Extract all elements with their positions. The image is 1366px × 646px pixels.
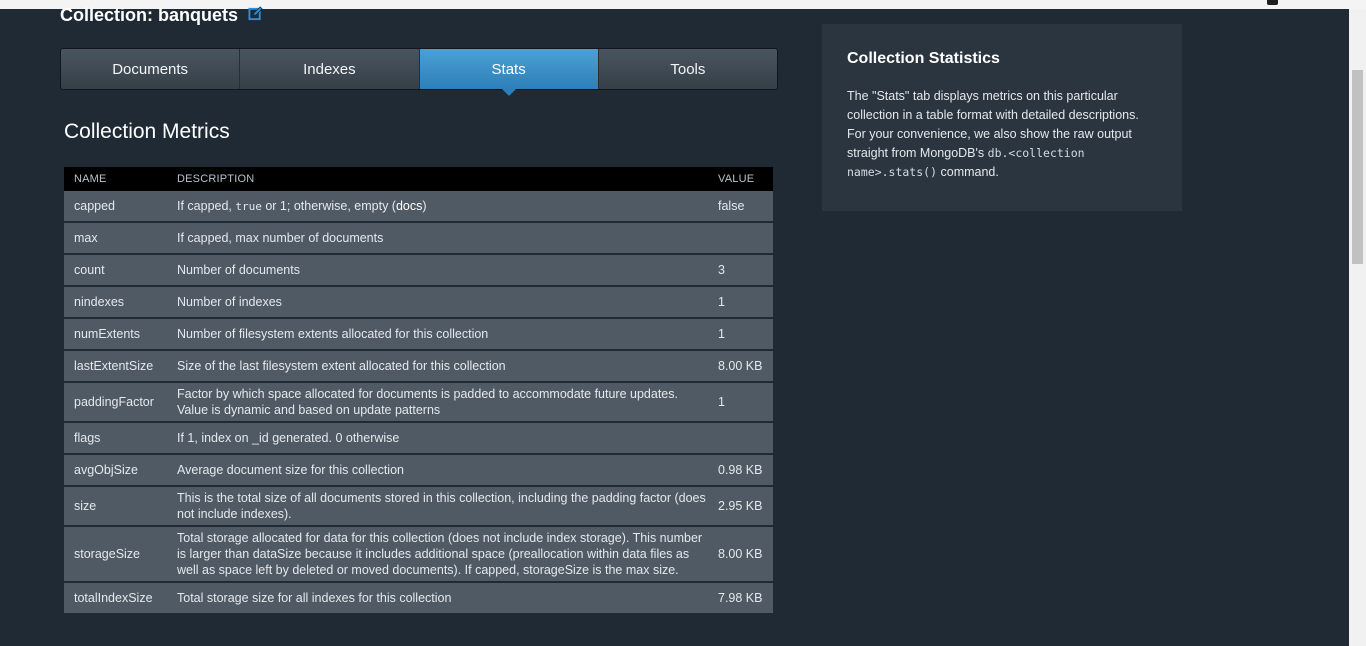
column-header-description: DESCRIPTION (167, 167, 708, 191)
table-row: lastExtentSize Size of the last filesyst… (64, 351, 773, 383)
metric-name: lastExtentSize (64, 351, 167, 383)
metric-name: count (64, 255, 167, 287)
metric-name: max (64, 223, 167, 255)
table-row: totalIndexSize Total storage size for al… (64, 583, 773, 615)
metric-description: Total storage allocated for data for thi… (167, 527, 708, 583)
description-text: or 1; otherwise, empty ( (261, 198, 396, 213)
metric-description: Total storage size for all indexes for t… (167, 583, 708, 615)
metric-description: If 1, index on _id generated. 0 otherwis… (167, 423, 708, 455)
collection-statistics-panel: Collection Statistics The "Stats" tab di… (822, 24, 1182, 211)
panel-description: The "Stats" tab displays metrics on this… (847, 87, 1157, 182)
table-row: numExtents Number of filesystem extents … (64, 319, 773, 351)
inline-code: true (235, 199, 262, 213)
metric-value: false (708, 191, 773, 223)
metric-name: totalIndexSize (64, 583, 167, 615)
metric-description: Factor by which space allocated for docu… (167, 383, 708, 423)
metric-name: paddingFactor (64, 383, 167, 423)
metric-value: 8.00 KB (708, 527, 773, 583)
table-row: count Number of documents 3 (64, 255, 773, 287)
metric-description: Average document size for this collectio… (167, 455, 708, 487)
description-text: ) (422, 198, 427, 213)
vertical-scrollbar[interactable] (1349, 9, 1366, 646)
metric-name: flags (64, 423, 167, 455)
tab-indexes-label: Indexes (303, 60, 356, 78)
tab-tools[interactable]: Tools (599, 49, 777, 89)
metric-description: This is the total size of all documents … (167, 487, 708, 527)
metric-description: Number of indexes (167, 287, 708, 319)
metrics-header-row: NAME DESCRIPTION VALUE (64, 167, 773, 191)
metric-value: 1 (708, 287, 773, 319)
metrics-table: NAME DESCRIPTION VALUE capped If capped,… (64, 167, 773, 615)
scrollbar-thumb[interactable] (1352, 70, 1363, 264)
metric-value: 8.00 KB (708, 351, 773, 383)
metric-value: 1 (708, 383, 773, 423)
metric-value: 1 (708, 319, 773, 351)
table-row: capped If capped, true or 1; otherwise, … (64, 191, 773, 223)
metric-name: numExtents (64, 319, 167, 351)
table-row: size This is the total size of all docum… (64, 487, 773, 527)
tab-tools-label: Tools (670, 60, 706, 78)
tab-stats[interactable]: Stats (419, 49, 599, 96)
metric-value: 3 (708, 255, 773, 287)
metric-description: If capped, max number of documents (167, 223, 708, 255)
tab-documents[interactable]: Documents (61, 49, 241, 89)
collection-tabs: Documents Indexes Stats Tools (60, 48, 778, 96)
metric-name: size (64, 487, 167, 527)
table-row: nindexes Number of indexes 1 (64, 287, 773, 319)
tab-stats-label: Stats (491, 60, 526, 78)
metric-description: Number of filesystem extents allocated f… (167, 319, 708, 351)
collection-title-text: Collection: banquets (60, 5, 239, 25)
column-header-value: VALUE (708, 167, 773, 191)
metric-name: capped (64, 191, 167, 223)
metric-value: 0.98 KB (708, 455, 773, 487)
panel-title: Collection Statistics (847, 50, 1000, 67)
metric-value (708, 423, 773, 455)
panel-text: command. (937, 165, 999, 179)
metric-description: Number of documents (167, 255, 708, 287)
table-row: max If capped, max number of documents (64, 223, 773, 255)
description-text: If capped, (177, 198, 236, 213)
metric-name: avgObjSize (64, 455, 167, 487)
top-bar-marker (1267, 0, 1278, 5)
table-row: flags If 1, index on _id generated. 0 ot… (64, 423, 773, 455)
metric-value: 7.98 KB (708, 583, 773, 615)
table-row: storageSize Total storage allocated for … (64, 527, 773, 583)
column-header-name: NAME (64, 167, 167, 191)
edit-icon[interactable] (248, 3, 263, 27)
metric-description: Size of the last filesystem extent alloc… (167, 351, 708, 383)
metric-value (708, 223, 773, 255)
docs-link[interactable]: docs (396, 199, 422, 213)
metric-description: If capped, true or 1; otherwise, empty (… (167, 191, 708, 223)
table-row: avgObjSize Average document size for thi… (64, 455, 773, 487)
collection-metrics-heading: Collection Metrics (64, 120, 230, 143)
table-row: paddingFactor Factor by which space allo… (64, 383, 773, 423)
metric-value: 2.95 KB (708, 487, 773, 527)
metric-name: storageSize (64, 527, 167, 583)
metric-name: nindexes (64, 287, 167, 319)
tab-indexes[interactable]: Indexes (240, 49, 420, 89)
page-title: Collection: banquets (60, 3, 263, 27)
tab-documents-label: Documents (112, 60, 189, 78)
